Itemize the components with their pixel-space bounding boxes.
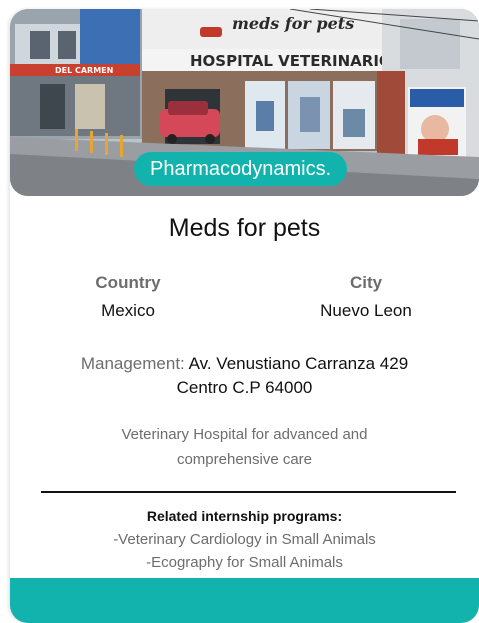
management-address: Management: Av. Venustiano Carranza 429 … [40,352,449,400]
city-label: City [349,273,383,292]
country-label: Country [95,273,161,292]
hospital-photo: DEL CARMEN meds for pets HOSPITAL VETERI… [10,9,479,196]
hospital-card: DEL CARMEN meds for pets HOSPITAL VETERI… [10,9,479,623]
storefront-brand: meds for pets [232,14,354,33]
related-programs-title: Related internship programs: [146,508,343,524]
divider [41,491,456,493]
category-pill: Pharmacodynamics. [134,152,348,186]
country-value: Mexico [101,301,155,320]
side-sign: DEL CARMEN [55,66,113,75]
description-line1: Veterinary Hospital for advanced and [121,426,368,443]
page-title: Meds for pets [168,214,321,242]
related-program-item[interactable]: -Veterinary Cardiology in Small Animals [10,531,479,548]
related-program-item[interactable]: -Ecography for Small Animals [10,554,479,571]
management-label: Management: [80,354,185,373]
management-line1: Av. Venustiano Carranza 429 [188,354,409,373]
footer-accent-bar [10,578,479,623]
city-value: Nuevo Leon [320,301,412,320]
description: Veterinary Hospital for advanced and com… [70,422,419,472]
storefront-sign: HOSPITAL VETERINARIO [190,52,392,70]
management-line2: Centro C.P 64000 [176,378,313,397]
description-line2: comprehensive care [176,451,313,468]
